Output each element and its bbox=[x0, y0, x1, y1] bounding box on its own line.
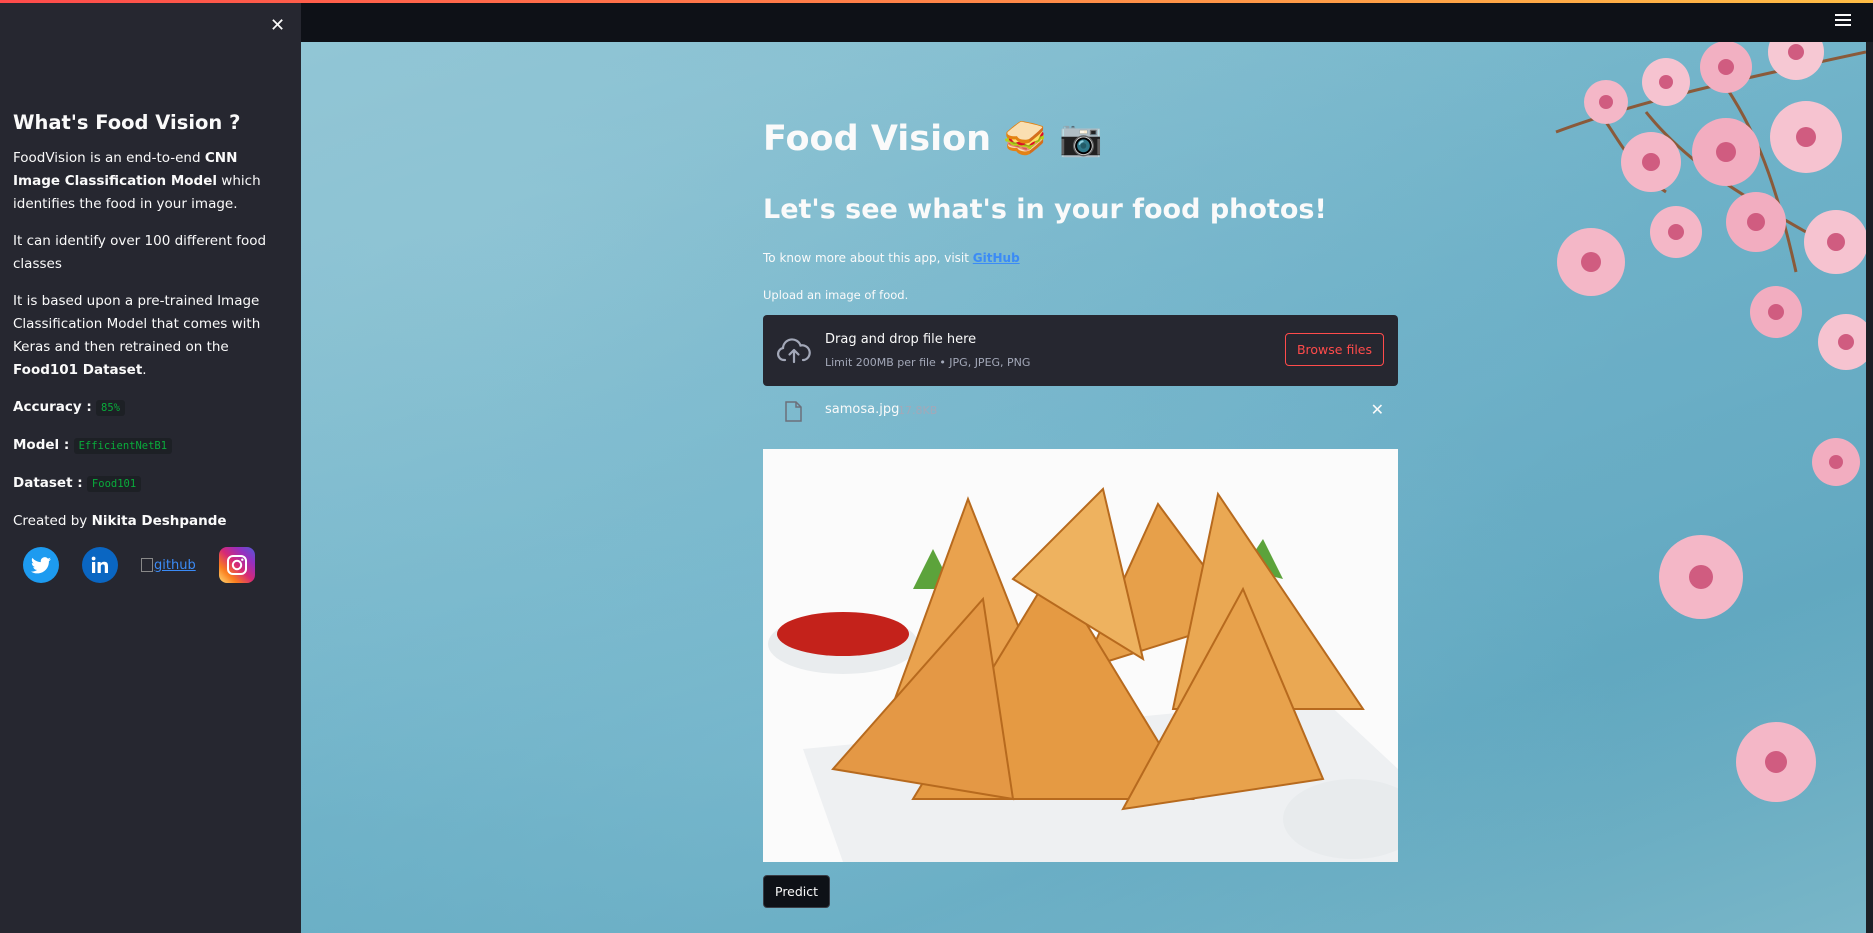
sidebar-description: FoodVision is an end-to-end CNN Image Cl… bbox=[13, 150, 261, 212]
sidebar-content: What's Food Vision ? FoodVision is an en… bbox=[13, 109, 288, 583]
linkedin-icon[interactable] bbox=[82, 547, 118, 583]
github-link[interactable]: github bbox=[141, 554, 196, 577]
hamburger-menu-icon[interactable] bbox=[1835, 14, 1851, 28]
model-row: Model : EfficientNetB1 bbox=[13, 434, 288, 458]
info-text: To know more about this app, visit GitHu… bbox=[763, 251, 1020, 265]
social-links: github bbox=[23, 547, 288, 583]
sidebar-classes-text: It can identify over 100 different food … bbox=[13, 233, 267, 272]
github-doc-link[interactable]: GitHub bbox=[973, 251, 1020, 265]
twitter-icon[interactable] bbox=[23, 547, 59, 583]
sidebar-title: What's Food Vision ? bbox=[13, 111, 241, 134]
remove-file-icon[interactable]: ✕ bbox=[1371, 400, 1384, 419]
sidebar-close-icon[interactable]: ✕ bbox=[270, 15, 285, 36]
cloud-upload-icon bbox=[777, 338, 811, 364]
uploaded-food-image bbox=[763, 449, 1398, 862]
model-value: EfficientNetB1 bbox=[73, 438, 173, 454]
created-by: Created by Nikita Deshpande bbox=[13, 513, 227, 529]
file-icon bbox=[785, 401, 802, 422]
predict-button[interactable]: Predict bbox=[763, 875, 831, 908]
accuracy-value: 85% bbox=[96, 400, 125, 416]
broken-image-icon bbox=[141, 558, 153, 572]
accuracy-row: Accuracy : 85% bbox=[13, 396, 288, 420]
dropzone-title: Drag and drop file here bbox=[825, 332, 977, 347]
sidebar-model-description: It is based upon a pre-trained Image Cla… bbox=[13, 293, 261, 378]
main-area: Food Vision 🥪 📷 Let's see what's in your… bbox=[301, 42, 1866, 933]
file-dropzone[interactable]: Drag and drop file here Limit 200MB per … bbox=[763, 315, 1398, 386]
browse-files-button[interactable]: Browse files bbox=[1284, 333, 1384, 366]
page-title: Food Vision 🥪 📷 bbox=[763, 119, 1103, 159]
dataset-value: Food101 bbox=[86, 476, 142, 492]
file-size: 17.8KB bbox=[898, 404, 938, 417]
instagram-icon[interactable] bbox=[218, 547, 255, 583]
upload-label: Upload an image of food. bbox=[763, 288, 909, 302]
file-name: samosa.jpg bbox=[825, 402, 900, 417]
uploaded-file-row: samosa.jpg 17.8KB ✕ bbox=[763, 396, 1398, 426]
sidebar: ✕ What's Food Vision ? FoodVision is an … bbox=[0, 3, 301, 933]
right-edge-strip bbox=[1866, 42, 1873, 933]
dataset-row: Dataset : Food101 bbox=[13, 472, 288, 496]
page-subtitle: Let's see what's in your food photos! bbox=[763, 194, 1327, 225]
dropzone-limit: Limit 200MB per file • JPG, JPEG, PNG bbox=[825, 356, 1031, 369]
app-header bbox=[301, 3, 1873, 42]
